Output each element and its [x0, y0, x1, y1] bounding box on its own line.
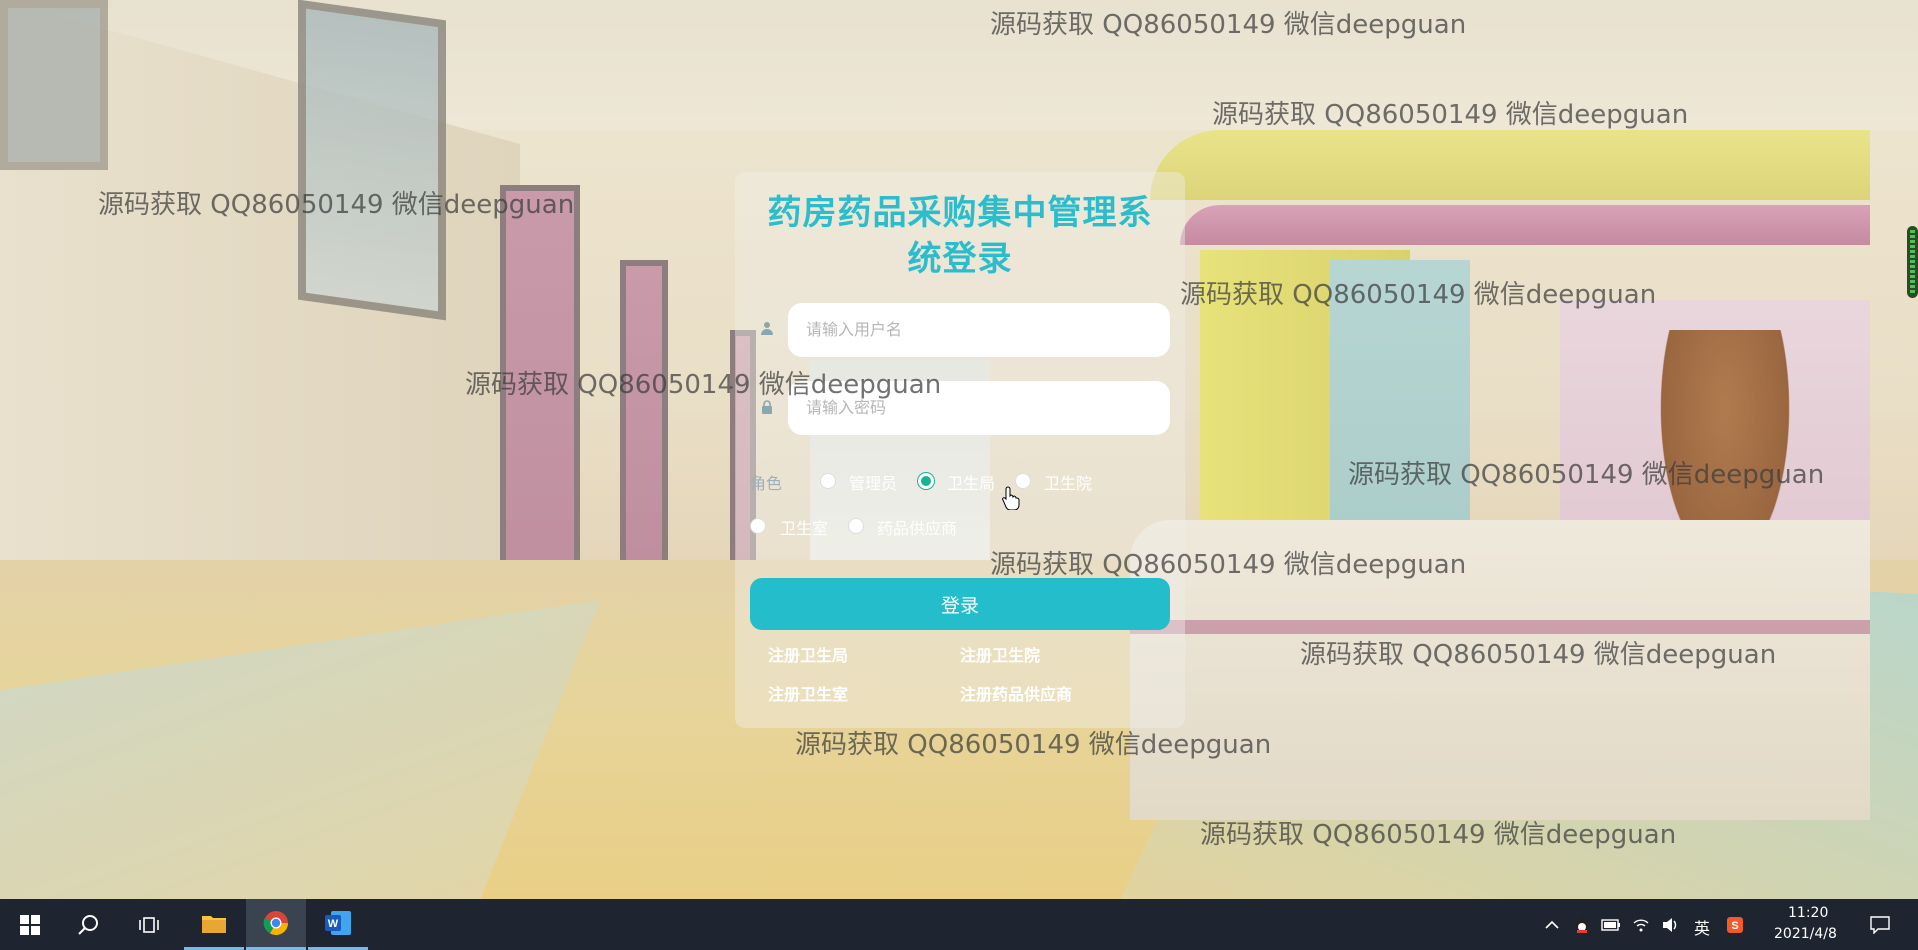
wifi-icon	[1633, 918, 1649, 931]
radio-clinic[interactable]	[750, 518, 766, 534]
radio-label-health-bureau[interactable]: 卫生局	[947, 470, 995, 494]
sogou-tray-button[interactable]: S	[1722, 899, 1748, 950]
word-icon: W	[325, 911, 351, 935]
radio-label-health-center[interactable]: 卫生院	[1044, 470, 1092, 494]
clock-date[interactable]: 2021/4/8	[1774, 926, 1837, 942]
folder-icon	[202, 916, 226, 933]
wall-window	[298, 0, 446, 321]
chevron-up-icon	[1545, 920, 1559, 929]
word-button[interactable]: W	[308, 899, 368, 950]
reception-arch-pink	[1180, 205, 1870, 245]
radio-label-clinic[interactable]: 卫生室	[780, 515, 828, 539]
radio-label-supplier[interactable]: 药品供应商	[877, 515, 957, 539]
wall-window	[0, 0, 108, 170]
hand-cursor-icon	[1002, 486, 1020, 510]
register-health-bureau-link[interactable]: 注册卫生局	[768, 642, 848, 666]
start-button[interactable]	[0, 899, 60, 950]
file-explorer-button[interactable]	[184, 899, 244, 950]
login-button[interactable]: 登录	[750, 578, 1170, 630]
sogou-icon: S	[1727, 916, 1743, 933]
qq-penguin-icon	[1576, 916, 1588, 933]
login-title: 药房药品采购集中管理系 统登录	[740, 190, 1180, 282]
username-input[interactable]	[788, 303, 1170, 357]
battery-tray-button[interactable]	[1598, 899, 1624, 950]
chrome-icon	[263, 911, 288, 936]
svg-text:S: S	[1731, 920, 1738, 932]
task-view-icon	[139, 916, 159, 933]
search-icon	[78, 914, 98, 935]
password-input[interactable]	[788, 381, 1170, 435]
speaker-icon	[1663, 917, 1677, 932]
search-button[interactable]	[62, 899, 116, 950]
battery-icon	[1601, 918, 1620, 931]
task-view-button[interactable]	[122, 899, 176, 950]
radio-admin[interactable]	[820, 473, 836, 489]
chrome-button[interactable]	[246, 899, 306, 950]
reception-arch-yellow	[1150, 130, 1870, 200]
ime-indicator[interactable]: 英	[1694, 915, 1710, 939]
taskbar: W 英 S 11:20 2021/4/8	[0, 899, 1918, 950]
volume-tray-button[interactable]	[1658, 899, 1684, 950]
register-supplier-link[interactable]: 注册药品供应商	[960, 681, 1072, 705]
radio-health-bureau[interactable]	[918, 473, 934, 489]
action-center-button[interactable]	[1860, 899, 1900, 950]
show-hidden-icons-button[interactable]	[1540, 899, 1564, 950]
role-label: 角色	[750, 474, 783, 493]
radio-supplier[interactable]	[848, 518, 864, 534]
svg-text:W: W	[328, 918, 339, 930]
clock-time[interactable]: 11:20	[1788, 905, 1828, 921]
register-health-center-link[interactable]: 注册卫生院	[960, 642, 1040, 666]
notification-icon	[1870, 915, 1890, 934]
qq-tray-button[interactable]	[1570, 899, 1594, 950]
radio-label-admin[interactable]: 管理员	[849, 470, 897, 494]
reception-desk-band	[1130, 620, 1870, 634]
login-title-line1: 药房药品采购集中管理系	[767, 193, 1153, 233]
windows-icon	[20, 914, 40, 935]
lock-icon	[760, 400, 776, 416]
network-tray-button[interactable]	[1628, 899, 1654, 950]
login-title-line2: 统登录	[907, 239, 1013, 279]
user-icon	[760, 321, 776, 337]
scroll-indicator[interactable]	[1907, 226, 1918, 298]
register-clinic-link[interactable]: 注册卫生室	[768, 681, 848, 705]
reception-desk	[1130, 520, 1870, 820]
